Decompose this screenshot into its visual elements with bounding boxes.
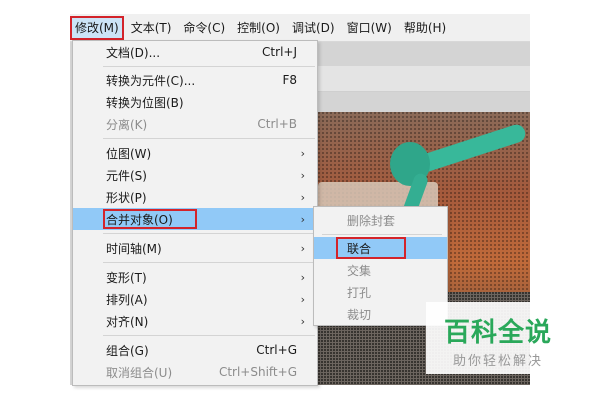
menu-item-shortcut: Ctrl+B [257,117,297,131]
menu-item-align[interactable]: 对齐(N) › [73,310,317,332]
menu-item-label: 转换为元件(C)... [106,73,196,88]
menu-item-label: 组合(G) [106,343,149,358]
menu-item-ungroup[interactable]: 取消组合(U) Ctrl+Shift+G [73,361,317,383]
menu-separator [103,262,315,263]
menu-window[interactable]: 窗口(W) [342,16,397,40]
submenu-item-label: 联合 [347,242,372,256]
menu-item-label: 文档(D)... [106,45,161,60]
watermark-subtitle: 助你轻松解决 [453,354,544,369]
menu-item-bitmap[interactable]: 位图(W) › [73,142,317,164]
menu-item-shape[interactable]: 形状(P) › [73,186,317,208]
menu-item-combine-objects[interactable]: 合并对象(O) › [73,208,317,230]
submenu-item-label: 交集 [347,264,372,278]
menu-item-label: 对齐(N) [106,314,149,329]
menu-modify[interactable]: 修改(M) [70,15,124,40]
chevron-right-icon: › [300,168,305,182]
submenu-item-label: 打孔 [347,286,372,300]
menu-item-label: 转换为位图(B) [106,95,184,110]
toolbar-strip [318,66,530,92]
menu-help[interactable]: 帮助(H) [399,16,451,40]
chevron-right-icon: › [300,292,305,306]
menu-item-convert-to-symbol[interactable]: 转换为元件(C)... F8 [73,69,317,91]
menu-item-label: 合并对象(O) [106,212,173,227]
menu-item-shortcut: F8 [282,73,297,87]
menu-item-break-apart[interactable]: 分离(K) Ctrl+B [73,113,317,135]
chevron-right-icon: › [300,270,305,284]
menu-item-label: 排列(A) [106,292,148,307]
menu-item-group[interactable]: 组合(G) Ctrl+G [73,339,317,361]
submenu-item-label: 裁切 [347,308,372,322]
menu-item-label: 元件(S) [106,168,147,183]
menu-item-label: 变形(T) [106,270,147,285]
menu-item-shortcut: Ctrl+J [262,45,297,59]
menu-item-label: 分离(K) [106,117,148,132]
menu-separator [103,233,315,234]
menu-bar: 修改(M) 文本(T) 命令(C) 控制(O) 调试(D) 窗口(W) 帮助(H… [70,14,530,42]
menu-item-label: 取消组合(U) [106,365,173,380]
menu-item-transform[interactable]: 变形(T) › [73,266,317,288]
menu-separator [103,66,315,67]
watermark-title: 百科全说 [444,318,553,348]
submenu-item-label: 删除封套 [347,214,396,228]
chevron-right-icon: › [300,190,305,204]
menu-item-shortcut: Ctrl+Shift+G [218,365,297,379]
menu-text[interactable]: 文本(T) [126,16,177,40]
menu-item-label: 位图(W) [106,146,152,161]
chevron-right-icon: › [300,314,305,328]
menu-commands[interactable]: 命令(C) [178,16,230,40]
menu-item-label: 形状(P) [106,190,147,205]
menu-item-timeline[interactable]: 时间轴(M) › [73,237,317,259]
menu-debug[interactable]: 调试(D) [287,16,340,40]
watermark-logo: 百科全说 助你轻松解决 [426,302,576,374]
menu-item-arrange[interactable]: 排列(A) › [73,288,317,310]
menu-separator [322,234,442,235]
menu-item-shortcut: Ctrl+G [256,343,297,357]
menu-control[interactable]: 控制(O) [232,16,285,40]
menu-item-label: 时间轴(M) [106,241,162,256]
menu-item-symbol[interactable]: 元件(S) › [73,164,317,186]
menu-separator [103,138,315,139]
menu-item-convert-to-bitmap[interactable]: 转换为位图(B) [73,91,317,113]
chevron-right-icon: › [300,146,305,160]
submenu-item-delete-envelope[interactable]: 删除封套 [314,209,447,231]
chevron-right-icon: › [300,241,305,255]
modify-menu-dropdown: 文档(D)... Ctrl+J 转换为元件(C)... F8 转换为位图(B) … [72,40,318,386]
menu-separator [103,335,315,336]
submenu-item-intersect[interactable]: 交集 [314,259,447,281]
chevron-right-icon: › [300,212,305,226]
submenu-item-union[interactable]: 联合 [314,237,447,259]
menu-item-document[interactable]: 文档(D)... Ctrl+J [73,41,317,63]
submenu-item-punch[interactable]: 打孔 [314,281,447,303]
